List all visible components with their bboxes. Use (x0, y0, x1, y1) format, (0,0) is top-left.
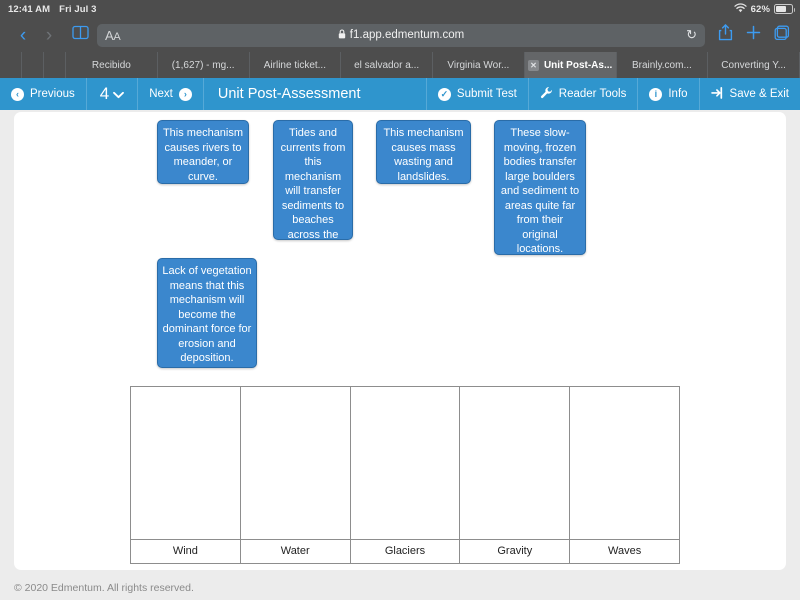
column-header-waves: Waves (570, 539, 680, 563)
reader-tools-label: Reader Tools (559, 88, 627, 100)
drop-zone-water[interactable] (240, 387, 350, 540)
tab-label: Converting Y... (721, 60, 786, 71)
question-content-card: This mechanism causes rivers to meander,… (14, 112, 786, 570)
tab-label: Airline ticket... (264, 60, 326, 71)
tab-label: Brainly.com... (632, 60, 692, 71)
page-number-selector[interactable]: 4 (87, 78, 138, 110)
url-text: f1.app.edmentum.com (350, 29, 464, 41)
footer-copyright: © 2020 Edmentum. All rights reserved. (14, 582, 194, 594)
tab-strip-pad-1 (0, 52, 22, 78)
status-date: Fri Jul 3 (59, 4, 96, 15)
wrench-icon (540, 86, 553, 102)
status-time: 12:41 AM (8, 4, 50, 15)
page-body: This mechanism causes rivers to meander,… (0, 110, 800, 600)
battery-icon (774, 4, 793, 14)
browser-tab-virginia[interactable]: Virginia Wor... (433, 52, 525, 78)
url-text-group: f1.app.edmentum.com (97, 29, 705, 42)
drag-card-mass-wasting[interactable]: This mechanism causes mass wasting and l… (376, 120, 471, 184)
book-icon[interactable] (72, 25, 89, 45)
submit-test-button[interactable]: ✓ Submit Test (426, 78, 528, 110)
chevron-right-icon[interactable]: › (36, 26, 62, 45)
column-header-gravity: Gravity (460, 539, 570, 563)
info-label: Info (668, 88, 687, 100)
browser-tab-airline-ticket[interactable]: Airline ticket... (250, 52, 342, 78)
table-row-drop-zones (131, 387, 680, 540)
info-circle-icon: i (649, 88, 662, 101)
column-header-glaciers: Glaciers (350, 539, 460, 563)
close-icon[interactable]: ✕ (528, 60, 539, 71)
browser-toolbar: ‹ › AA f1.app.edmentum.com ↻ (0, 18, 800, 52)
sign-out-icon (711, 87, 724, 102)
tab-strip-pad-3 (44, 52, 66, 78)
arrow-left-circle-icon: ‹ (11, 88, 24, 101)
battery-percent: 62% (751, 4, 770, 15)
page-title: Unit Post-Assessment (204, 78, 426, 110)
drop-zone-wind[interactable] (131, 387, 241, 540)
check-circle-icon: ✓ (438, 88, 451, 101)
tab-label: el salvador a... (354, 60, 419, 71)
screen-root: 12:41 AM Fri Jul 3 62% ‹ › (0, 0, 800, 600)
previous-button[interactable]: ‹ Previous (0, 78, 87, 110)
column-header-water: Water (240, 539, 350, 563)
assessment-toolbar: ‹ Previous 4 Next › Unit Post-Assessment… (0, 78, 800, 110)
next-button[interactable]: Next › (138, 78, 204, 110)
tabs-icon[interactable] (774, 25, 790, 46)
next-label: Next (149, 88, 173, 100)
toolbar-right-group: ✓ Submit Test Reader Tools i Info (426, 78, 800, 110)
arrow-right-circle-icon: › (179, 88, 192, 101)
drag-card-glaciers[interactable]: These slow-moving, frozen bodies transfe… (494, 120, 586, 255)
plus-icon[interactable] (746, 25, 761, 45)
categorization-table: Wind Water Glaciers Gravity Waves (130, 386, 680, 564)
drag-card-meander[interactable]: This mechanism causes rivers to meander,… (157, 120, 249, 184)
drop-zone-gravity[interactable] (460, 387, 570, 540)
share-icon[interactable] (718, 24, 733, 46)
drop-zone-waves[interactable] (570, 387, 680, 540)
browser-tab-strip: Recibido (1,627) - mg... Airline ticket.… (0, 52, 800, 78)
info-button[interactable]: i Info (637, 78, 698, 110)
tab-label: Virginia Wor... (447, 60, 509, 71)
save-and-exit-label: Save & Exit (730, 88, 789, 100)
reader-tools-button[interactable]: Reader Tools (528, 78, 638, 110)
column-header-wind: Wind (131, 539, 241, 563)
lock-icon (338, 29, 346, 42)
chevron-left-icon[interactable]: ‹ (10, 26, 36, 45)
browser-tab-brainly[interactable]: Brainly.com... (617, 52, 709, 78)
tab-label: Unit Post-As... (544, 60, 612, 71)
browser-tab-recibido[interactable]: Recibido (66, 52, 158, 78)
wifi-icon (734, 3, 747, 16)
tab-label: (1,627) - mg... (172, 60, 235, 71)
tab-label: Recibido (92, 60, 131, 71)
ios-status-bar: 12:41 AM Fri Jul 3 62% (0, 0, 800, 18)
previous-label: Previous (30, 88, 75, 100)
status-right-group: 62% (734, 3, 793, 16)
browser-tab-el-salvador[interactable]: el salvador a... (341, 52, 433, 78)
drop-zone-glaciers[interactable] (350, 387, 460, 540)
chevron-down-icon (113, 84, 124, 104)
tab-strip-pad-2 (22, 52, 44, 78)
save-and-exit-button[interactable]: Save & Exit (699, 78, 800, 110)
drag-card-tides[interactable]: Tides and currents from this mechanism w… (273, 120, 353, 240)
browser-tab-mail[interactable]: (1,627) - mg... (158, 52, 250, 78)
browser-tab-converting[interactable]: Converting Y... (708, 52, 800, 78)
drag-card-vegetation[interactable]: Lack of vegetation means that this mecha… (157, 258, 257, 368)
submit-test-label: Submit Test (457, 88, 517, 100)
address-bar[interactable]: AA f1.app.edmentum.com ↻ (97, 24, 705, 47)
browser-tab-unit-post-assessment[interactable]: ✕ Unit Post-As... (525, 52, 617, 78)
table-row-headers: Wind Water Glaciers Gravity Waves (131, 539, 680, 563)
page-number: 4 (100, 84, 109, 104)
reload-icon[interactable]: ↻ (686, 27, 697, 43)
